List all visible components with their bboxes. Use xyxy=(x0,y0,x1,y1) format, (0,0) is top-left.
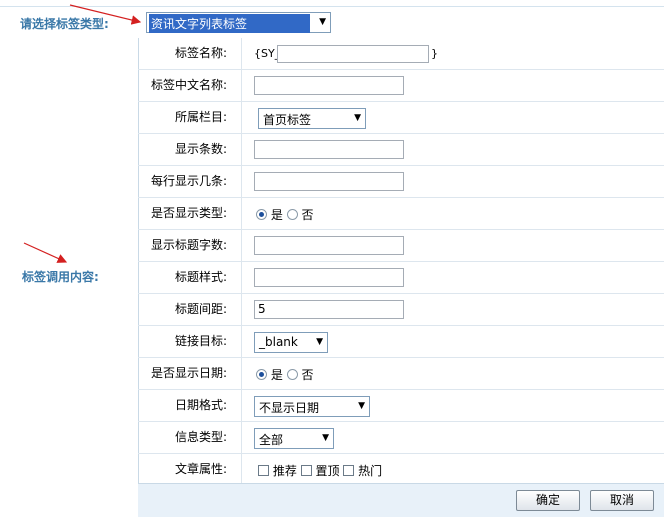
date-format-select[interactable]: 不显示日期 ▼ xyxy=(254,396,370,417)
column-label: 所属栏目: xyxy=(138,102,242,133)
title-chars-label: 显示标题字数: xyxy=(138,230,242,261)
per-row-label: 每行显示几条: xyxy=(138,166,242,197)
content-label: 标签调用内容: xyxy=(22,270,99,284)
info-type-select[interactable]: 全部 ▼ xyxy=(254,428,334,449)
link-target-select[interactable]: _blank ▼ xyxy=(254,332,328,353)
row-tag-name: 标签名称: {SY_ } xyxy=(138,38,664,70)
row-display-count: 显示条数: xyxy=(138,134,664,166)
link-target-value: _blank xyxy=(259,335,298,349)
row-info-type: 信息类型: 全部 ▼ xyxy=(138,422,664,454)
row-attributes: 文章属性: 推荐 置顶 热门 xyxy=(138,454,664,486)
date-format-value: 不显示日期 xyxy=(259,401,320,415)
confirm-button[interactable]: 确定 xyxy=(516,490,580,511)
show-date-no-label: 否 xyxy=(301,368,314,382)
info-type-label: 信息类型: xyxy=(138,422,242,453)
left-column: 标签调用内容: xyxy=(0,38,139,516)
attr-top-label: 置顶 xyxy=(315,464,340,478)
cancel-button[interactable]: 取消 xyxy=(590,490,654,511)
form-footer: 确定 取消 xyxy=(138,483,664,517)
per-row-input[interactable] xyxy=(254,172,404,191)
attr-hot-label: 热门 xyxy=(358,464,383,478)
column-select[interactable]: 首页标签 ▼ xyxy=(258,108,366,129)
link-target-label: 链接目标: xyxy=(138,326,242,357)
show-date-yes-radio[interactable] xyxy=(256,369,267,380)
row-tag-cn-name: 标签中文名称: xyxy=(138,70,664,102)
attr-recommend-label: 推荐 xyxy=(272,464,297,478)
row-title-spacing: 标题间距: 5 xyxy=(138,294,664,326)
show-type-yes-radio[interactable] xyxy=(256,209,267,220)
row-title-chars: 显示标题字数: xyxy=(138,230,664,262)
attr-recommend-checkbox[interactable] xyxy=(258,465,269,476)
row-show-date: 是否显示日期: 是 否 xyxy=(138,358,664,390)
show-type-label: 是否显示类型: xyxy=(138,198,242,229)
display-count-label: 显示条数: xyxy=(138,134,242,165)
row-show-type: 是否显示类型: 是 否 xyxy=(138,198,664,230)
chevron-down-icon: ▼ xyxy=(316,337,323,347)
show-type-yes-label: 是 xyxy=(270,208,283,222)
title-chars-input[interactable] xyxy=(254,236,404,255)
row-date-format: 日期格式: 不显示日期 ▼ xyxy=(138,390,664,422)
show-type-no-label: 否 xyxy=(301,208,314,222)
tag-name-input[interactable] xyxy=(277,45,429,63)
tag-cn-name-input[interactable] xyxy=(254,76,404,95)
tag-name-label: 标签名称: xyxy=(138,38,242,69)
row-column: 所属栏目: 首页标签 ▼ xyxy=(138,102,664,134)
title-spacing-label: 标题间距: xyxy=(138,294,242,325)
row-link-target: 链接目标: _blank ▼ xyxy=(138,326,664,358)
title-style-label: 标题样式: xyxy=(138,262,242,293)
arrow-icon xyxy=(69,4,142,25)
attributes-label: 文章属性: xyxy=(138,454,242,485)
chevron-down-icon: ▼ xyxy=(354,113,361,123)
show-date-yes-label: 是 xyxy=(270,368,283,382)
title-style-input[interactable] xyxy=(254,268,404,287)
tag-cn-name-label: 标签中文名称: xyxy=(138,70,242,101)
row-title-style: 标题样式: xyxy=(138,262,664,294)
chevron-down-icon: ▼ xyxy=(358,401,365,411)
show-date-label: 是否显示日期: xyxy=(138,358,242,389)
column-value: 首页标签 xyxy=(263,113,312,127)
show-date-no-radio[interactable] xyxy=(286,369,298,380)
tag-name-suffix: } xyxy=(431,47,438,60)
display-count-input[interactable] xyxy=(254,140,404,159)
info-type-value: 全部 xyxy=(259,433,284,447)
attr-hot-checkbox[interactable] xyxy=(343,465,355,476)
show-type-no-radio[interactable] xyxy=(286,209,298,220)
attr-top-checkbox[interactable] xyxy=(300,465,312,476)
date-format-label: 日期格式: xyxy=(138,390,242,421)
row-per-row: 每行显示几条: xyxy=(138,166,664,198)
title-spacing-input[interactable]: 5 xyxy=(254,300,404,319)
chevron-down-icon: ▼ xyxy=(322,433,329,443)
